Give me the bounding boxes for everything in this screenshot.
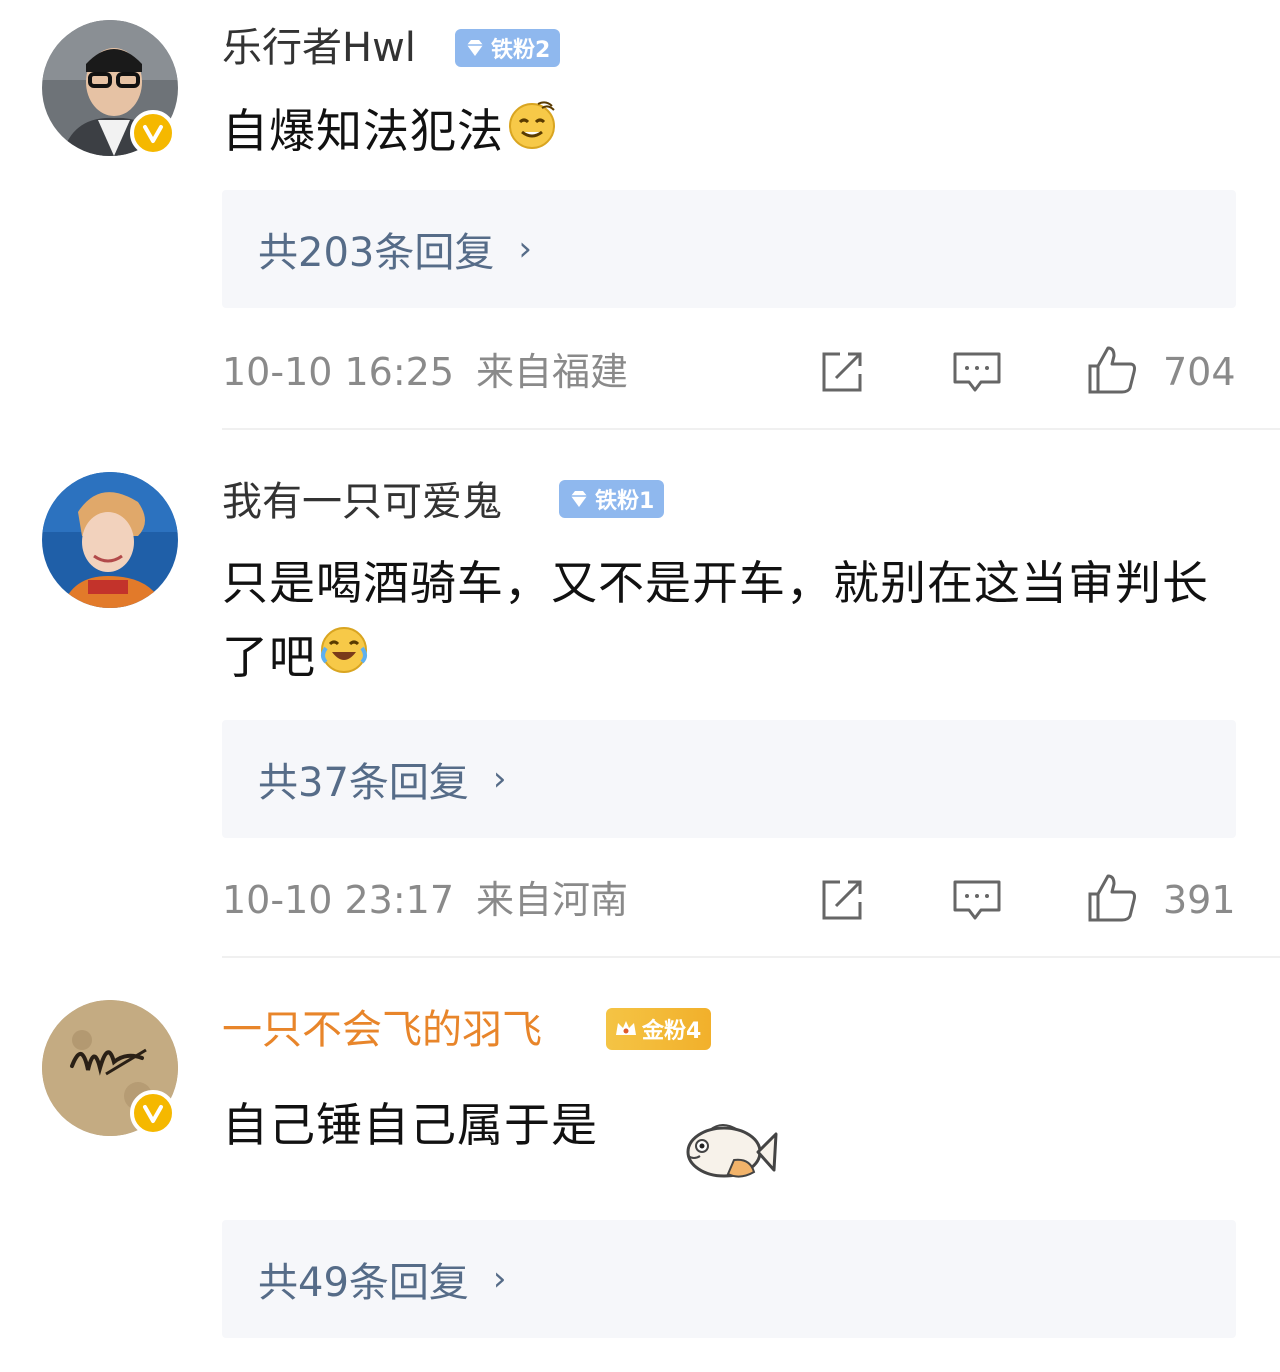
replies-label: 共49条回复 [258,1260,469,1306]
verified-v-icon [130,1090,176,1136]
view-replies-button[interactable]: 共49条回复 › [222,1220,1236,1338]
username[interactable]: 一只不会飞的羽飞 [222,1004,542,1056]
emoji-fish-icon [686,1124,778,1178]
fan-badge[interactable]: 金粉4 [606,1008,712,1050]
crown-icon [616,1021,636,1035]
fan-badge-label: 金粉4 [642,1019,702,1044]
comment-item: 一只不会飞的羽飞 金粉4 自己锤自己属于是 共49条回复 › [0,0,1280,1372]
chevron-right-icon: › [492,1259,507,1299]
comment-text-body: 自己锤自己属于是 [222,1098,598,1152]
